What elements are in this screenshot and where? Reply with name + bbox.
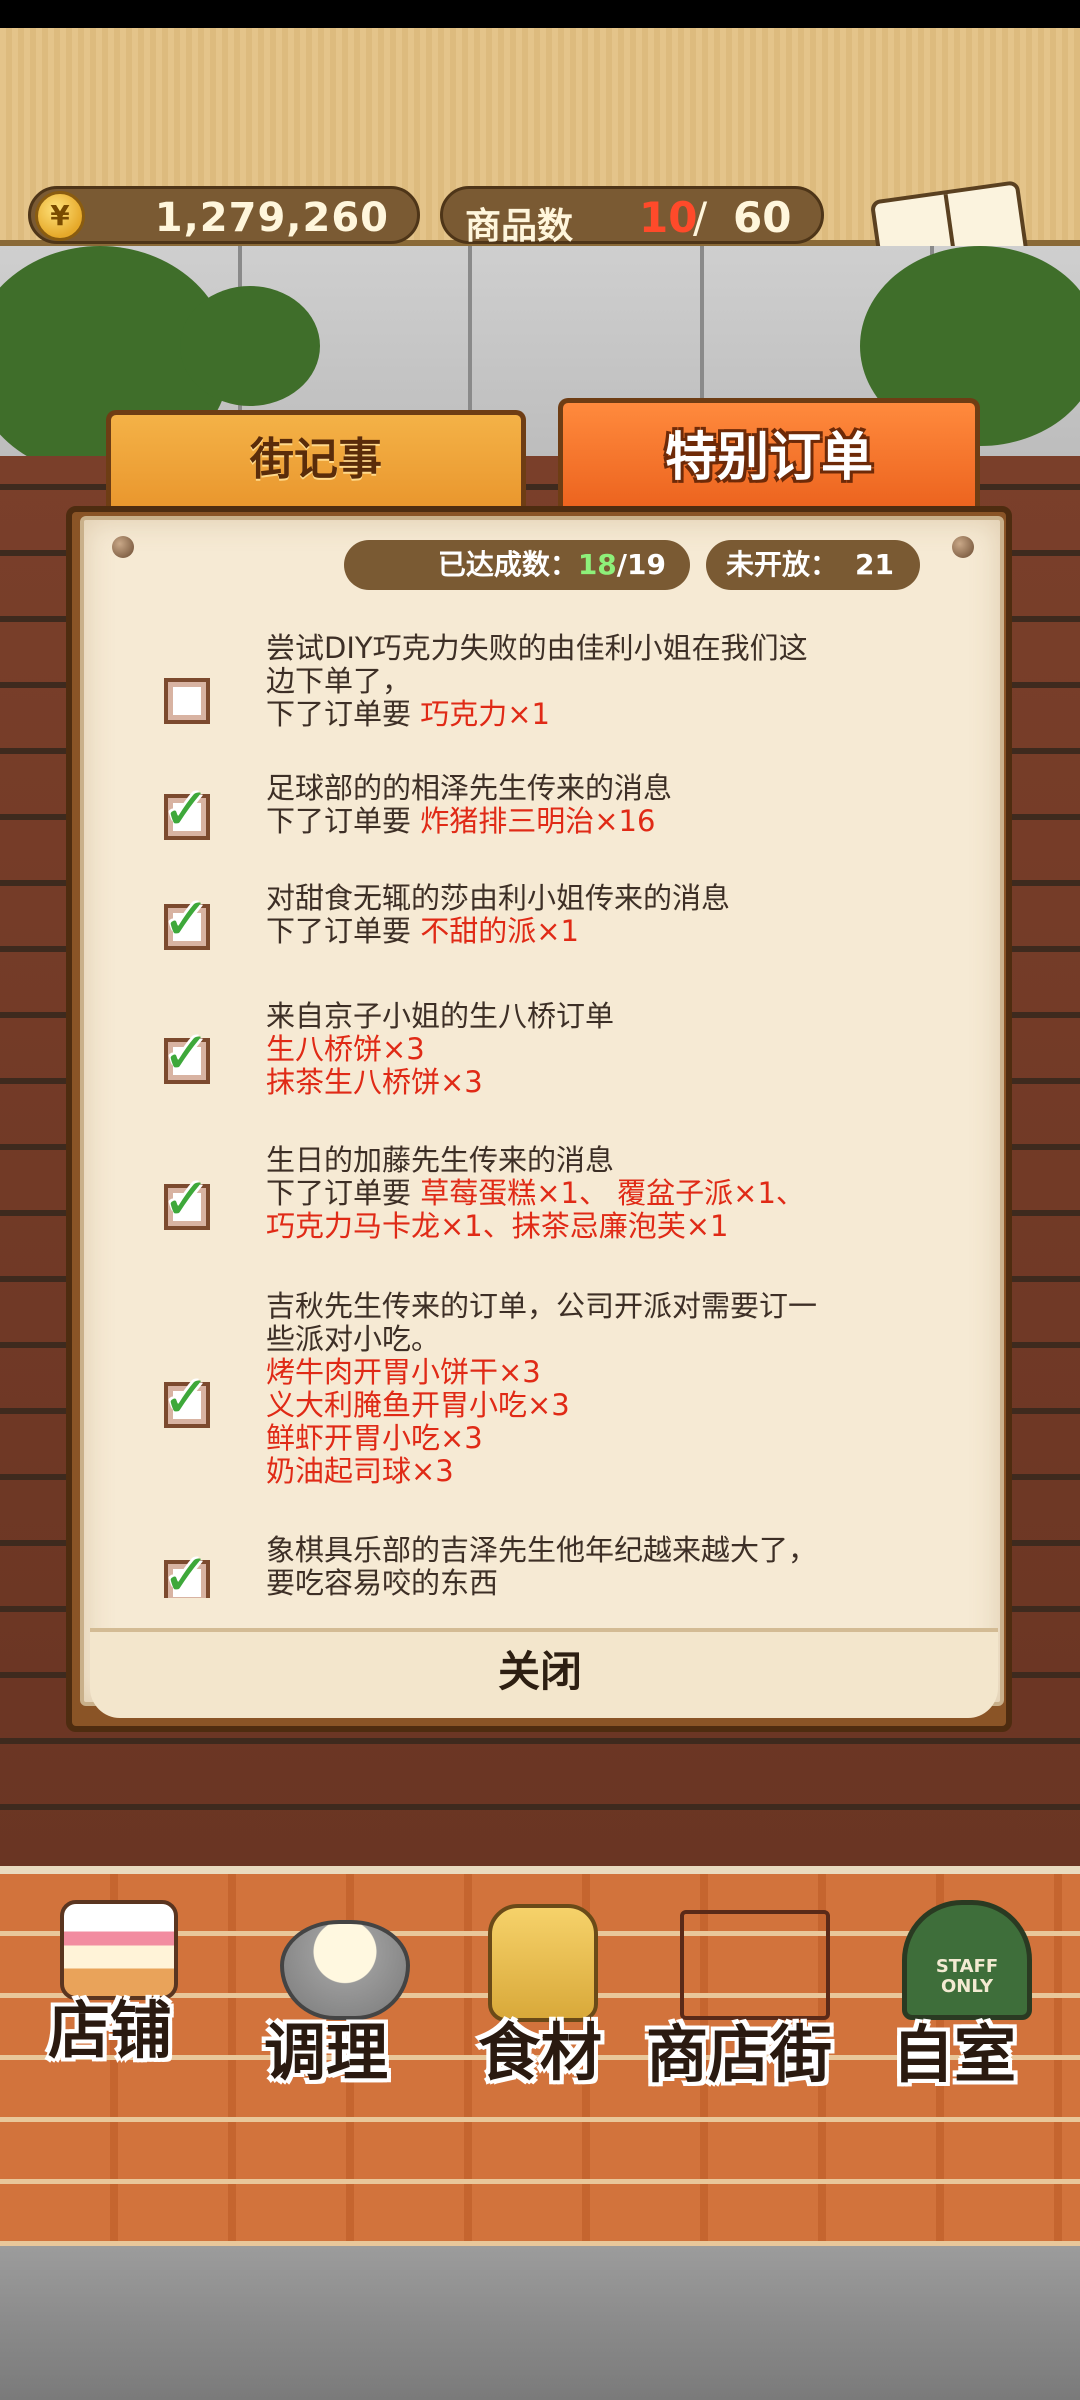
pin-icon <box>952 536 974 558</box>
checkmark-icon: ✓ <box>162 1019 211 1087</box>
tab-street-news-label: 街记事 <box>250 434 382 485</box>
pin-icon <box>112 536 134 558</box>
close-button[interactable]: 关闭 <box>440 1640 640 1704</box>
order-item[interactable]: ✓ 生日的加藤先生传来的消息 下了订单要 草莓蛋糕×1、 覆盆子派×1、 巧克力… <box>110 1144 990 1254</box>
checkmark-icon: ✓ <box>162 1165 211 1233</box>
item-count-label: 商品数 <box>465 206 574 247</box>
checkmark-icon: ✓ <box>162 885 211 953</box>
nav-ingredients-label: 食材 <box>478 2016 603 2089</box>
order-text: 吉秋先生传来的订单，公司开派对需要订一 些派对小吃。 烤牛肉开胃小饼干×3 义大… <box>266 1289 818 1488</box>
tab-special-orders-label: 特别订单 <box>664 428 873 488</box>
door-sign: STAFF ONLY <box>935 1956 999 1997</box>
nav-shopping-street[interactable]: 商店街 <box>640 1880 860 2110</box>
order-text: 尝试DIY巧克力失败的由佳利小姐在我们这 边下单了， 下了订单要 巧克力×1 <box>266 631 808 731</box>
order-text: 象棋具乐部的吉泽先生他年纪越来越大了， 要吃容易咬的东西 <box>266 1533 818 1599</box>
nav-cooking-label: 调理 <box>264 2016 389 2089</box>
achieved-current: 18 <box>577 548 617 581</box>
item-count-separator: / <box>693 193 708 242</box>
achieved-separator: / <box>616 548 628 581</box>
coin-balance: ¥ 1,279,260 <box>28 186 420 244</box>
staff-only-door-icon: STAFF ONLY <box>902 1900 1032 2020</box>
order-text: 足球部的的相泽先生传来的消息 下了订单要 炸猪排三明治×16 <box>266 771 673 838</box>
order-text: 来自京子小姐的生八桥订单 生八桥饼×3 抹茶生八桥饼×3 <box>266 999 615 1099</box>
nav-my-room-label: 自室 <box>892 2018 1017 2091</box>
checkmark-icon: ✓ <box>162 1541 211 1598</box>
nav-ingredients[interactable]: 食材 <box>460 1880 640 2110</box>
order-item[interactable]: ✓ 吉秋先生传来的订单，公司开派对需要订一 些派对小吃。 烤牛肉开胃小饼干×3 … <box>110 1290 990 1500</box>
sidewalk <box>0 2246 1080 2400</box>
nav-cooking[interactable]: 调理 <box>240 1880 440 2110</box>
nav-shop[interactable]: 店铺 <box>30 1880 210 2110</box>
achieved-label: 已达成数： <box>437 548 578 581</box>
checkmark-icon: ✓ <box>162 775 211 843</box>
order-item[interactable]: ✓ 对甜食无辄的莎由利小姐传来的消息 下了订单要 不甜的派×1 <box>110 882 990 962</box>
tab-street-news[interactable]: 街记事 <box>106 410 526 520</box>
item-count-current: 10 <box>639 193 698 242</box>
checkmark-icon: ✓ <box>162 1363 211 1431</box>
nav-my-room[interactable]: STAFF ONLY 自室 <box>880 1880 1060 2110</box>
order-item[interactable]: ✓ 来自京子小姐的生八桥订单 生八桥饼×3 抹茶生八桥饼×3 <box>110 1000 990 1110</box>
ivy-leaves <box>180 286 320 406</box>
nav-shopping-street-label: 商店街 <box>646 2018 833 2091</box>
achieved-total: 19 <box>627 548 666 581</box>
top-bar: ¥ 1,279,260 商品数 10 / 60 食谱 <box>0 28 1080 338</box>
unopened-count: 未开放： 21 <box>706 540 920 590</box>
order-text: 生日的加藤先生传来的消息 下了订单要 草莓蛋糕×1、 覆盆子派×1、 巧克力马卡… <box>266 1143 805 1243</box>
order-item[interactable]: ✓ 象棋具乐部的吉泽先生他年纪越来越大了， 要吃容易咬的东西 <box>110 1534 990 1598</box>
coin-value: 1,279,260 <box>154 195 389 241</box>
achieved-count: 已达成数：18/19 <box>344 540 690 590</box>
coin-icon: ¥ <box>35 191 85 241</box>
nav-shop-label: 店铺 <box>48 1994 173 2067</box>
order-checkbox <box>164 678 210 724</box>
order-item[interactable]: 尝试DIY巧克力失败的由佳利小姐在我们这 边下单了， 下了订单要 巧克力×1 <box>110 632 990 742</box>
unopened-label: 未开放： <box>726 548 839 581</box>
tab-special-orders[interactable]: 特别订单 <box>558 398 980 520</box>
item-count-max: 60 <box>733 193 792 242</box>
unopened-number: 21 <box>855 548 894 581</box>
order-text: 对甜食无辄的莎由利小姐传来的消息 下了订单要 不甜的派×1 <box>266 881 731 948</box>
item-count: 商品数 10 / 60 <box>440 186 824 247</box>
order-item[interactable]: ✓ 足球部的的相泽先生传来的消息 下了订单要 炸猪排三明治×16 <box>110 772 990 852</box>
order-list[interactable]: 尝试DIY巧克力失败的由佳利小姐在我们这 边下单了， 下了订单要 巧克力×1 ✓… <box>110 608 990 1598</box>
